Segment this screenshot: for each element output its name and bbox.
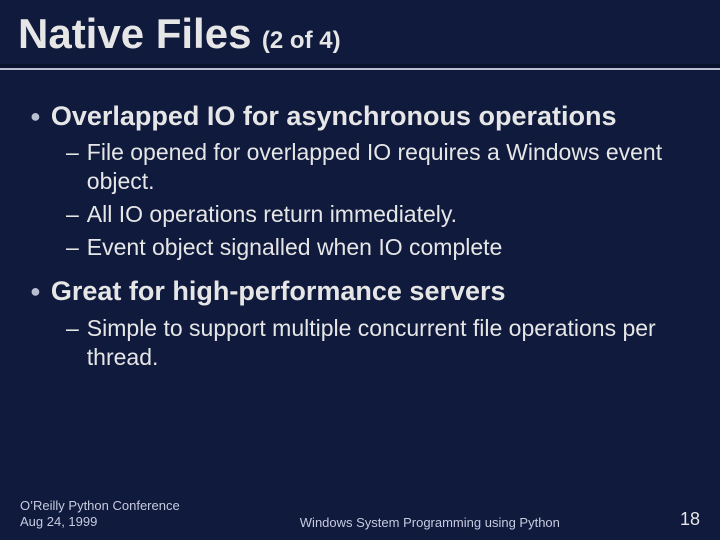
footer-date: Aug 24, 1999 <box>20 514 180 530</box>
slide: Native Files (2 of 4) ● Overlapped IO fo… <box>0 0 720 540</box>
bullet-level1: ● Overlapped IO for asynchronous operati… <box>30 100 690 132</box>
bullet-level1: ● Great for high-performance servers <box>30 275 690 307</box>
sub-bullet-text: Event object signalled when IO complete <box>87 233 690 262</box>
bullet-level2: – File opened for overlapped IO requires… <box>66 138 690 196</box>
slide-title: Native Files <box>18 10 251 57</box>
bullet-text: Great for high-performance servers <box>51 275 690 307</box>
dash-icon: – <box>66 314 79 372</box>
footer: O’Reilly Python Conference Aug 24, 1999 … <box>0 498 720 531</box>
bullet-text: Overlapped IO for asynchronous operation… <box>51 100 690 132</box>
footer-center: Windows System Programming using Python <box>180 515 680 530</box>
dash-icon: – <box>66 233 79 262</box>
page-number: 18 <box>680 509 700 530</box>
slide-subtitle: (2 of 4) <box>262 27 341 54</box>
title-area: Native Files (2 of 4) <box>0 0 720 58</box>
sub-bullet-group: – Simple to support multiple concurrent … <box>66 314 690 372</box>
content-area: ● Overlapped IO for asynchronous operati… <box>0 72 720 371</box>
bullet-level2: – All IO operations return immediately. <box>66 200 690 229</box>
sub-bullet-text: Simple to support multiple concurrent fi… <box>87 314 690 372</box>
bullet-level2: – Simple to support multiple concurrent … <box>66 314 690 372</box>
bullet-icon: ● <box>30 100 41 132</box>
title-rule <box>0 64 720 72</box>
bullet-icon: ● <box>30 275 41 307</box>
sub-bullet-group: – File opened for overlapped IO requires… <box>66 138 690 261</box>
footer-conference: O’Reilly Python Conference <box>20 498 180 514</box>
dash-icon: – <box>66 200 79 229</box>
bullet-level2: – Event object signalled when IO complet… <box>66 233 690 262</box>
sub-bullet-text: All IO operations return immediately. <box>87 200 690 229</box>
footer-left: O’Reilly Python Conference Aug 24, 1999 <box>20 498 180 531</box>
sub-bullet-text: File opened for overlapped IO requires a… <box>87 138 690 196</box>
dash-icon: – <box>66 138 79 196</box>
